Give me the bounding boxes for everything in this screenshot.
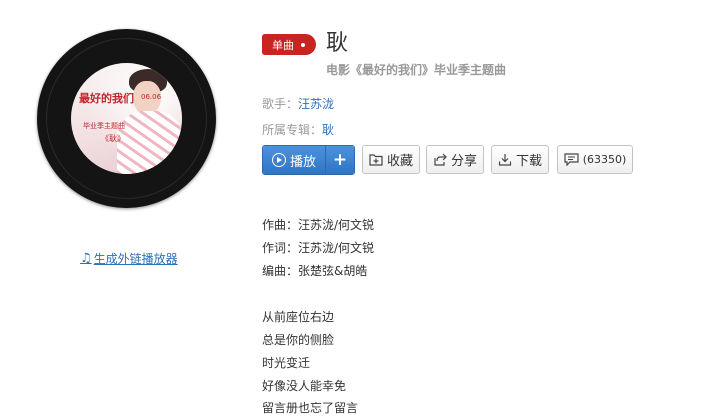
play-label: 播放 xyxy=(289,154,316,170)
favorite-label: 收藏 xyxy=(386,154,413,169)
download-icon xyxy=(498,154,512,166)
play-icon xyxy=(271,153,286,167)
song-title: 耿 xyxy=(326,31,349,56)
play-button[interactable]: 播放 xyxy=(263,146,325,174)
comment-icon xyxy=(564,153,579,166)
lyric-line: 从前座位右边 xyxy=(262,310,335,324)
lyric-credit: 作词：汪苏泷/何文锐 xyxy=(262,241,375,255)
single-badge: 单曲 xyxy=(262,34,316,55)
singer-link[interactable]: 汪苏泷 xyxy=(298,97,334,111)
download-button[interactable]: 下载 xyxy=(491,145,549,174)
comments-count: (63350) xyxy=(582,153,627,166)
cover-date: 06.06 xyxy=(141,93,162,101)
generate-player-link[interactable]: ♫ 生成外链播放器 xyxy=(80,250,178,267)
lyric-line: 总是你的侧脸 xyxy=(262,333,335,347)
lyric-line: 好像没人能幸免 xyxy=(262,379,347,393)
badge-label: 单曲 xyxy=(272,38,294,52)
singer-row: 歌手：汪苏泷 xyxy=(262,95,334,112)
lyric-line: 留言册也忘了留言 xyxy=(262,401,359,415)
share-button[interactable]: 分享 xyxy=(426,145,484,174)
favorite-button[interactable]: 收藏 xyxy=(362,145,420,174)
singer-label: 歌手： xyxy=(262,97,299,111)
cover-title: 最好的我们 xyxy=(79,92,134,105)
album-row: 所属专辑：耿 xyxy=(262,121,334,138)
lyric-credit: 作曲：汪苏泷/何文锐 xyxy=(262,218,375,232)
comments-button[interactable]: (63350) xyxy=(557,145,633,174)
music-note-icon: ♫ xyxy=(80,251,92,266)
album-link[interactable]: 耿 xyxy=(322,123,334,137)
player-link-label: 生成外链播放器 xyxy=(93,252,178,266)
badge-dot-icon xyxy=(301,42,305,47)
share-icon xyxy=(434,153,447,166)
play-button-group: 播放 + xyxy=(262,145,355,175)
cover-song-name: 《耿》 xyxy=(101,134,125,143)
album-cover-image: 最好的我们 06.06 毕业季主题曲 《耿》 xyxy=(71,63,182,174)
lyric-line: 时光变迁 xyxy=(262,356,311,370)
album-label: 所属专辑： xyxy=(262,123,323,137)
folder-plus-icon xyxy=(369,154,383,166)
download-label: 下载 xyxy=(515,154,542,169)
album-cover-disc[interactable]: 最好的我们 06.06 毕业季主题曲 《耿》 xyxy=(37,29,216,208)
song-subtitle: 电影《最好的我们》毕业季主题曲 xyxy=(326,63,507,77)
lyric-credit: 编曲：张楚弦&胡皓 xyxy=(262,264,368,278)
add-to-playlist-button[interactable]: + xyxy=(325,146,354,174)
cover-subtitle: 毕业季主题曲 xyxy=(83,122,125,130)
share-label: 分享 xyxy=(450,154,477,169)
